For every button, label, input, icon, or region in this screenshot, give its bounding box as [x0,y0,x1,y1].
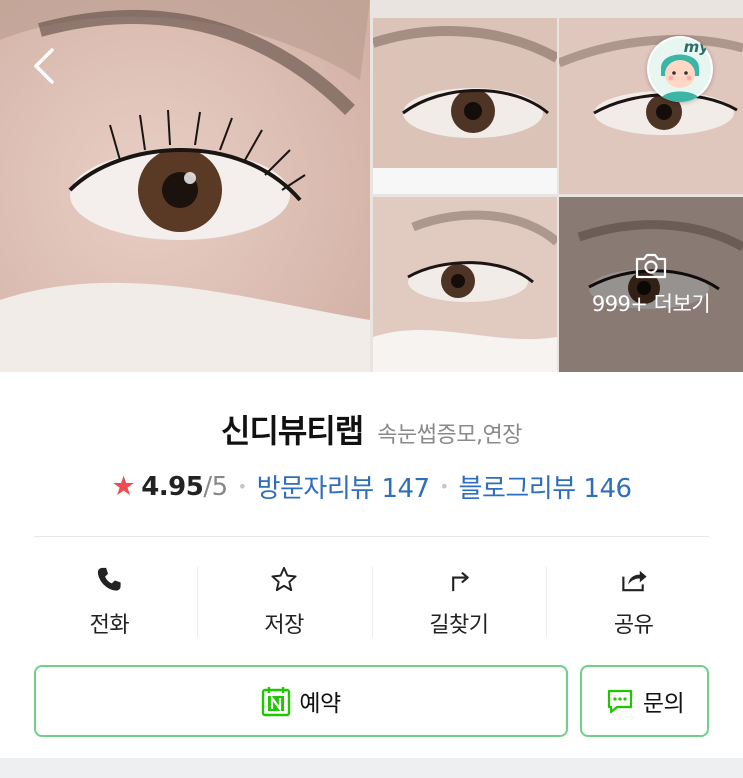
directions-icon [452,571,469,592]
reserve-button[interactable]: 예약 [34,665,568,737]
inquiry-button[interactable]: 문의 [580,665,709,737]
directions-label: 길찾기 [429,613,489,638]
photo-gallery: 999+ 더보기 my [0,0,743,372]
separator-dot: • [237,477,247,496]
chat-bubble-icon [607,689,632,714]
share-icon [621,570,647,592]
place-name: 신디뷰티랩 [221,412,364,450]
divider [34,536,709,537]
gallery-thumbnail[interactable] [559,18,743,194]
more-photos-overlay[interactable]: 999+ 더보기 [559,197,743,372]
back-button[interactable] [26,44,66,88]
cta-row: 예약 문의 [34,665,709,737]
save-label: 저장 [264,613,304,638]
avatar-badge-text: my [683,38,709,56]
share-label: 공유 [613,613,654,638]
gallery-thumbnail-more[interactable]: 999+ 더보기 [559,197,743,372]
star-outline-icon [271,566,297,592]
directions-button[interactable]: 길찾기 [371,565,547,639]
my-profile-avatar[interactable]: my [647,36,713,102]
inquiry-label: 문의 [642,691,685,717]
blog-reviews-link[interactable]: 블로그리뷰 146 [459,468,633,505]
place-info: 신디뷰티랩 속눈썹증모,연장 ★ 4.95 /5 • 방문자리뷰 147 • 블… [0,372,743,505]
naver-booking-icon [262,687,291,717]
action-bar: 전화 저장 길찾기 공유 [22,565,721,639]
section-separator [0,758,743,778]
place-category: 속눈썹증모,연장 [377,423,522,448]
call-label: 전화 [89,613,130,638]
separator-dot: • [439,477,449,496]
gallery-thumbnail[interactable] [373,18,557,194]
star-filled-icon: ★ [111,471,136,502]
visitor-reviews-link[interactable]: 방문자리뷰 147 [257,468,431,505]
save-button[interactable]: 저장 [196,565,372,639]
title-line: 신디뷰티랩 속눈썹증모,연장 [0,406,743,452]
chevron-left-icon [34,48,54,84]
gallery-thumbnail[interactable] [373,197,557,372]
share-button[interactable]: 공유 [546,565,721,639]
phone-icon [98,567,121,591]
rating-score: 4.95 [141,471,204,502]
rating-line: ★ 4.95 /5 • 방문자리뷰 147 • 블로그리뷰 146 [0,468,743,505]
rating-max: /5 [203,471,228,502]
call-button[interactable]: 전화 [22,565,197,639]
reserve-label: 예약 [299,691,341,717]
more-photos-label: 999+ 더보기 [591,291,711,316]
camera-icon [635,253,667,278]
